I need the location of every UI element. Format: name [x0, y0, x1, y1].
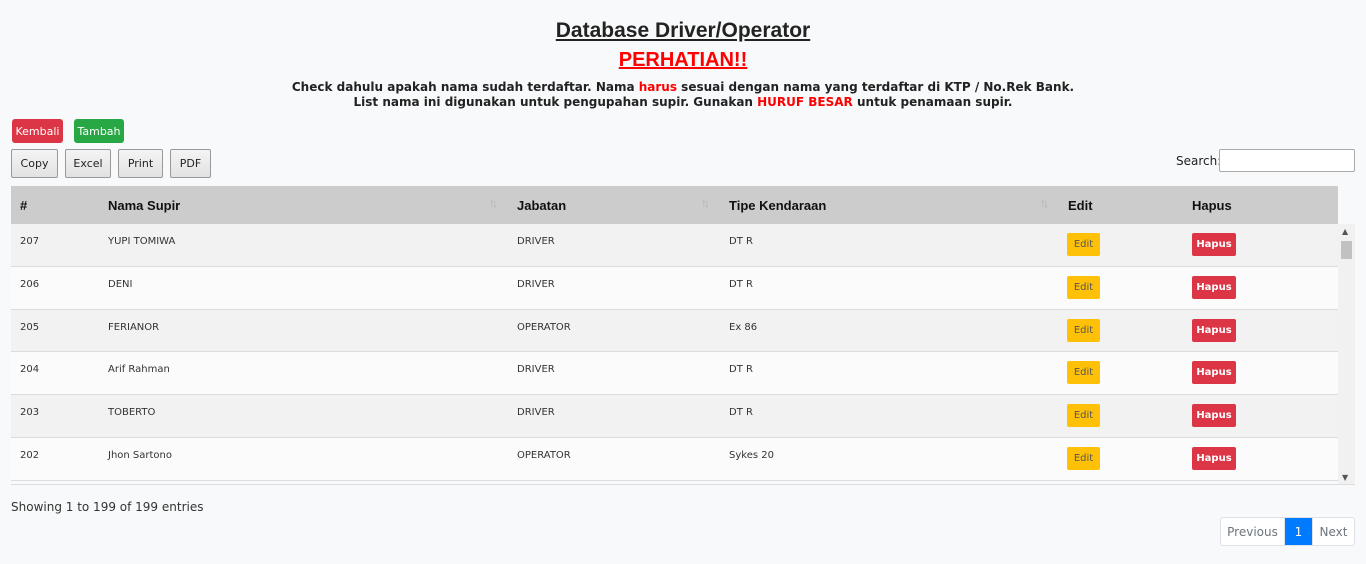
print-button[interactable]: Print	[118, 149, 163, 178]
edit-button[interactable]: Edit	[1067, 275, 1100, 299]
notice-line-2: List nama ini digunakan untuk pengupahan…	[0, 95, 1366, 109]
add-button[interactable]: Tambah	[74, 119, 124, 143]
search-input[interactable]	[1219, 149, 1355, 172]
warning-heading: PERHATIAN!!	[618, 49, 748, 71]
cell-vehicle: DT R	[729, 236, 753, 247]
scroll-up-arrow-icon[interactable]: ▲	[1342, 227, 1348, 236]
delete-button[interactable]: Hapus	[1192, 361, 1236, 385]
sort-icon[interactable]: ↑↓	[1040, 196, 1049, 210]
pagination-previous[interactable]: Previous	[1221, 518, 1285, 545]
cell-vehicle: Ex 86	[729, 321, 758, 333]
delete-button[interactable]: Hapus	[1192, 233, 1236, 256]
delete-button[interactable]: Hapus	[1192, 404, 1236, 428]
table-bottom-divider	[11, 484, 1355, 485]
scroll-down-arrow-icon[interactable]: ▼	[1342, 473, 1348, 482]
cell-name: FERIANOR	[108, 321, 160, 333]
cell-number: 206	[20, 278, 40, 290]
cell-vehicle: Sykes 20	[729, 449, 774, 461]
table-row: 202 Jhon Sartono OPERATOR Sykes 20 Edit …	[11, 437, 1338, 481]
back-button[interactable]: Kembali	[12, 119, 63, 143]
pagination-next[interactable]: Next	[1312, 518, 1354, 545]
notice-line-1: Check dahulu apakah nama sudah terdaftar…	[0, 80, 1366, 94]
cell-position: OPERATOR	[517, 321, 571, 333]
cell-number: 205	[20, 321, 40, 333]
notice-emphasis: harus	[638, 80, 677, 94]
pdf-button[interactable]: PDF	[170, 149, 211, 178]
scroll-thumb[interactable]	[1341, 241, 1352, 259]
header-position[interactable]: Jabatan	[517, 198, 566, 213]
header-vehicle[interactable]: Tipe Kendaraan	[729, 198, 826, 213]
sort-icon[interactable]: ↑↓	[701, 196, 710, 210]
table-row: 204 Arif Rahman DRIVER DT R Edit Hapus	[11, 352, 1338, 396]
edit-button[interactable]: Edit	[1067, 446, 1100, 470]
edit-button[interactable]: Edit	[1067, 404, 1100, 428]
cell-name: Arif Rahman	[108, 364, 170, 376]
cell-name: YUPI TOMIWA	[108, 236, 176, 247]
cell-name: DENI	[108, 278, 133, 290]
notice-text: sesuai dengan nama yang terdaftar di KTP…	[677, 80, 1075, 94]
cell-position: DRIVER	[517, 407, 555, 419]
table-row: 207 YUPI TOMIWA DRIVER DT R Edit Hapus	[11, 224, 1338, 267]
table-row: 205 FERIANOR OPERATOR Ex 86 Edit Hapus	[11, 309, 1338, 353]
cell-position: DRIVER	[517, 278, 555, 290]
cell-number: 207	[20, 236, 40, 247]
edit-button[interactable]: Edit	[1067, 233, 1100, 256]
cell-vehicle: DT R	[729, 407, 753, 419]
cell-position: DRIVER	[517, 236, 555, 247]
page-title: Database Driver/Operator	[555, 19, 811, 42]
cell-name: TOBERTO	[108, 407, 156, 419]
header-name[interactable]: Nama Supir	[108, 198, 180, 213]
header-delete: Hapus	[1192, 198, 1232, 213]
notice-text: List nama ini digunakan untuk pengupahan…	[353, 95, 758, 109]
header-edit: Edit	[1068, 198, 1093, 213]
notice-text: untuk penamaan supir.	[852, 95, 1013, 109]
header-number[interactable]: #	[20, 198, 27, 213]
cell-vehicle: DT R	[729, 278, 753, 290]
pagination: Previous 1 Next	[1220, 517, 1355, 546]
notice-text: Check dahulu apakah nama sudah terdaftar…	[291, 80, 639, 94]
copy-button[interactable]: Copy	[11, 149, 58, 178]
cell-position: OPERATOR	[517, 449, 571, 461]
table-scrollbar[interactable]: ▲ ▼	[1338, 224, 1355, 484]
delete-button[interactable]: Hapus	[1192, 318, 1236, 342]
delete-button[interactable]: Hapus	[1192, 275, 1236, 299]
cell-number: 202	[20, 449, 40, 461]
cell-vehicle: DT R	[729, 364, 753, 376]
table-header: # Nama Supir ↑↓ Jabatan ↑↓ Tipe Kendaraa…	[11, 186, 1338, 224]
excel-button[interactable]: Excel	[65, 149, 111, 178]
edit-button[interactable]: Edit	[1067, 361, 1100, 385]
cell-position: DRIVER	[517, 364, 555, 376]
notice-emphasis: HURUF BESAR	[757, 95, 853, 109]
cell-number: 203	[20, 407, 40, 419]
table-info: Showing 1 to 199 of 199 entries	[11, 500, 204, 514]
pagination-page-1[interactable]: 1	[1285, 518, 1312, 545]
search-label: Search:	[1176, 154, 1222, 168]
cell-number: 204	[20, 364, 40, 376]
delete-button[interactable]: Hapus	[1192, 446, 1236, 470]
cell-name: Jhon Sartono	[108, 449, 173, 461]
edit-button[interactable]: Edit	[1067, 318, 1100, 342]
table-row: 203 TOBERTO DRIVER DT R Edit Hapus	[11, 395, 1338, 438]
table-body: 207 YUPI TOMIWA DRIVER DT R Edit Hapus 2…	[11, 224, 1338, 482]
table-row: 206 DENI DRIVER DT R Edit Hapus	[11, 266, 1338, 310]
sort-icon[interactable]: ↑↓	[489, 196, 498, 210]
